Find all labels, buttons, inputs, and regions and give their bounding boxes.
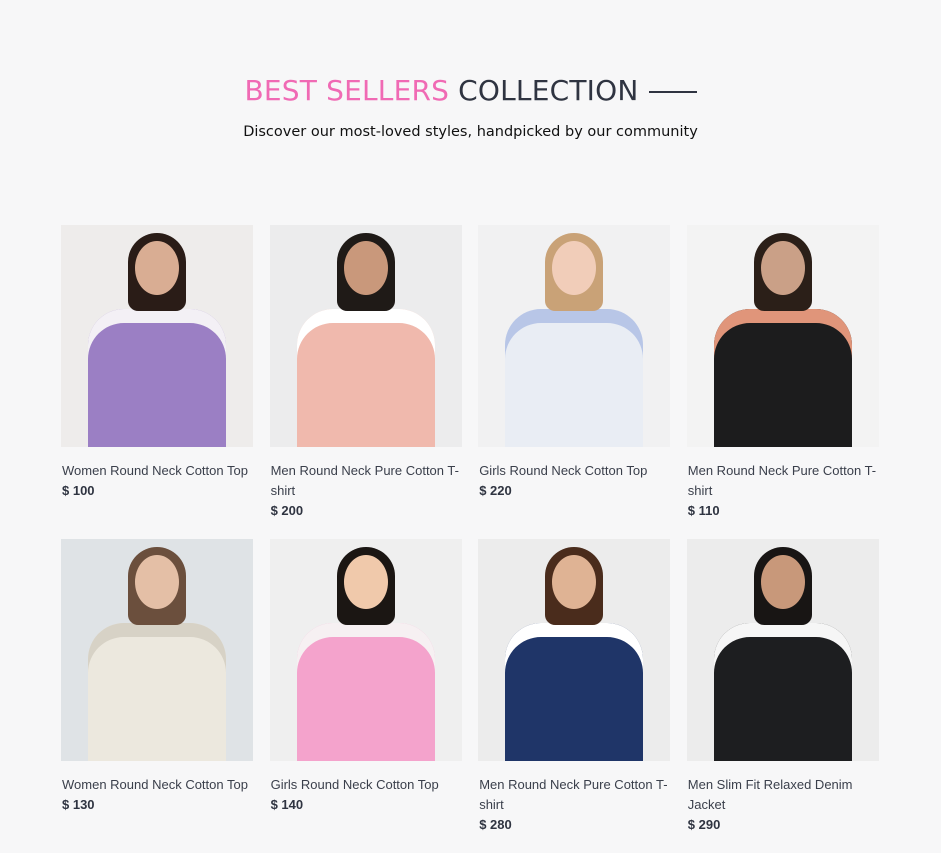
garment (88, 309, 226, 447)
product-image[interactable] (686, 539, 879, 761)
product-image[interactable] (61, 225, 253, 447)
model-figure (687, 539, 879, 761)
model-head (552, 241, 597, 295)
garment (88, 623, 226, 761)
product-price: $ 100 (62, 483, 95, 498)
model-head (760, 555, 805, 609)
product-title[interactable]: Men Round Neck Pure Cotton T-shirt (687, 461, 879, 501)
model-figure (61, 225, 253, 447)
product-title[interactable]: Girls Round Neck Cotton Top (270, 775, 462, 795)
product-card[interactable]: Men Round Neck Pure Cotton T-shirt $ 280 (478, 539, 671, 853)
garment (713, 309, 852, 447)
model-figure (270, 225, 462, 447)
garment (296, 309, 435, 447)
product-title[interactable]: Women Round Neck Cotton Top (61, 775, 253, 795)
model-figure (478, 539, 670, 761)
product-image[interactable] (269, 225, 462, 447)
product-image[interactable] (269, 539, 462, 761)
product-card[interactable]: Men Round Neck Pure Cotton T-shirt $ 110 (686, 225, 879, 539)
product-card[interactable]: Men Round Neck Pure Cotton T-shirt $ 200 (269, 225, 462, 539)
product-price: $ 130 (62, 797, 95, 812)
model-head (760, 241, 805, 295)
section-heading: BEST SELLERS COLLECTION (0, 74, 941, 107)
model-figure (270, 539, 462, 761)
product-title[interactable]: Men Round Neck Pure Cotton T-shirt (270, 461, 462, 501)
section-subtitle: Discover our most-loved styles, handpick… (243, 124, 698, 140)
product-price: $ 220 (479, 483, 512, 498)
product-title[interactable]: Men Round Neck Pure Cotton T-shirt (478, 775, 670, 815)
model-figure (478, 225, 670, 447)
product-title[interactable]: Men Slim Fit Relaxed Denim Jacket (687, 775, 879, 815)
heading-highlight: BEST SELLERS (244, 74, 450, 107)
model-head (135, 241, 179, 295)
model-figure (61, 539, 253, 761)
product-card[interactable]: Men Slim Fit Relaxed Denim Jacket $ 290 (686, 539, 879, 853)
model-head (343, 555, 388, 609)
product-image[interactable] (686, 225, 879, 447)
product-title[interactable]: Girls Round Neck Cotton Top (478, 461, 670, 481)
product-card[interactable]: Women Round Neck Cotton Top $ 100 (61, 225, 253, 539)
product-price: $ 200 (270, 503, 304, 518)
garment (505, 623, 644, 761)
garment (296, 623, 435, 761)
garment (505, 309, 644, 447)
product-price: $ 290 (687, 817, 721, 832)
product-image[interactable] (478, 539, 671, 761)
product-card[interactable]: Women Round Neck Cotton Top $ 130 (61, 539, 253, 853)
model-head (135, 555, 179, 609)
heading-rest: COLLECTION (458, 74, 639, 107)
heading-rule (648, 90, 697, 93)
product-title[interactable]: Women Round Neck Cotton Top (61, 461, 253, 481)
product-image[interactable] (61, 539, 253, 761)
product-card[interactable]: Girls Round Neck Cotton Top $ 220 (478, 225, 671, 539)
garment (713, 623, 852, 761)
product-card[interactable]: Girls Round Neck Cotton Top $ 140 (269, 539, 462, 853)
model-head (343, 241, 388, 295)
product-price: $ 280 (479, 817, 512, 832)
product-grid: Women Round Neck Cotton Top $ 100 Men Roun… (61, 225, 879, 853)
product-price: $ 110 (687, 503, 720, 518)
model-figure (687, 225, 879, 447)
model-head (552, 555, 597, 609)
product-price: $ 140 (270, 797, 304, 812)
product-image[interactable] (478, 225, 671, 447)
